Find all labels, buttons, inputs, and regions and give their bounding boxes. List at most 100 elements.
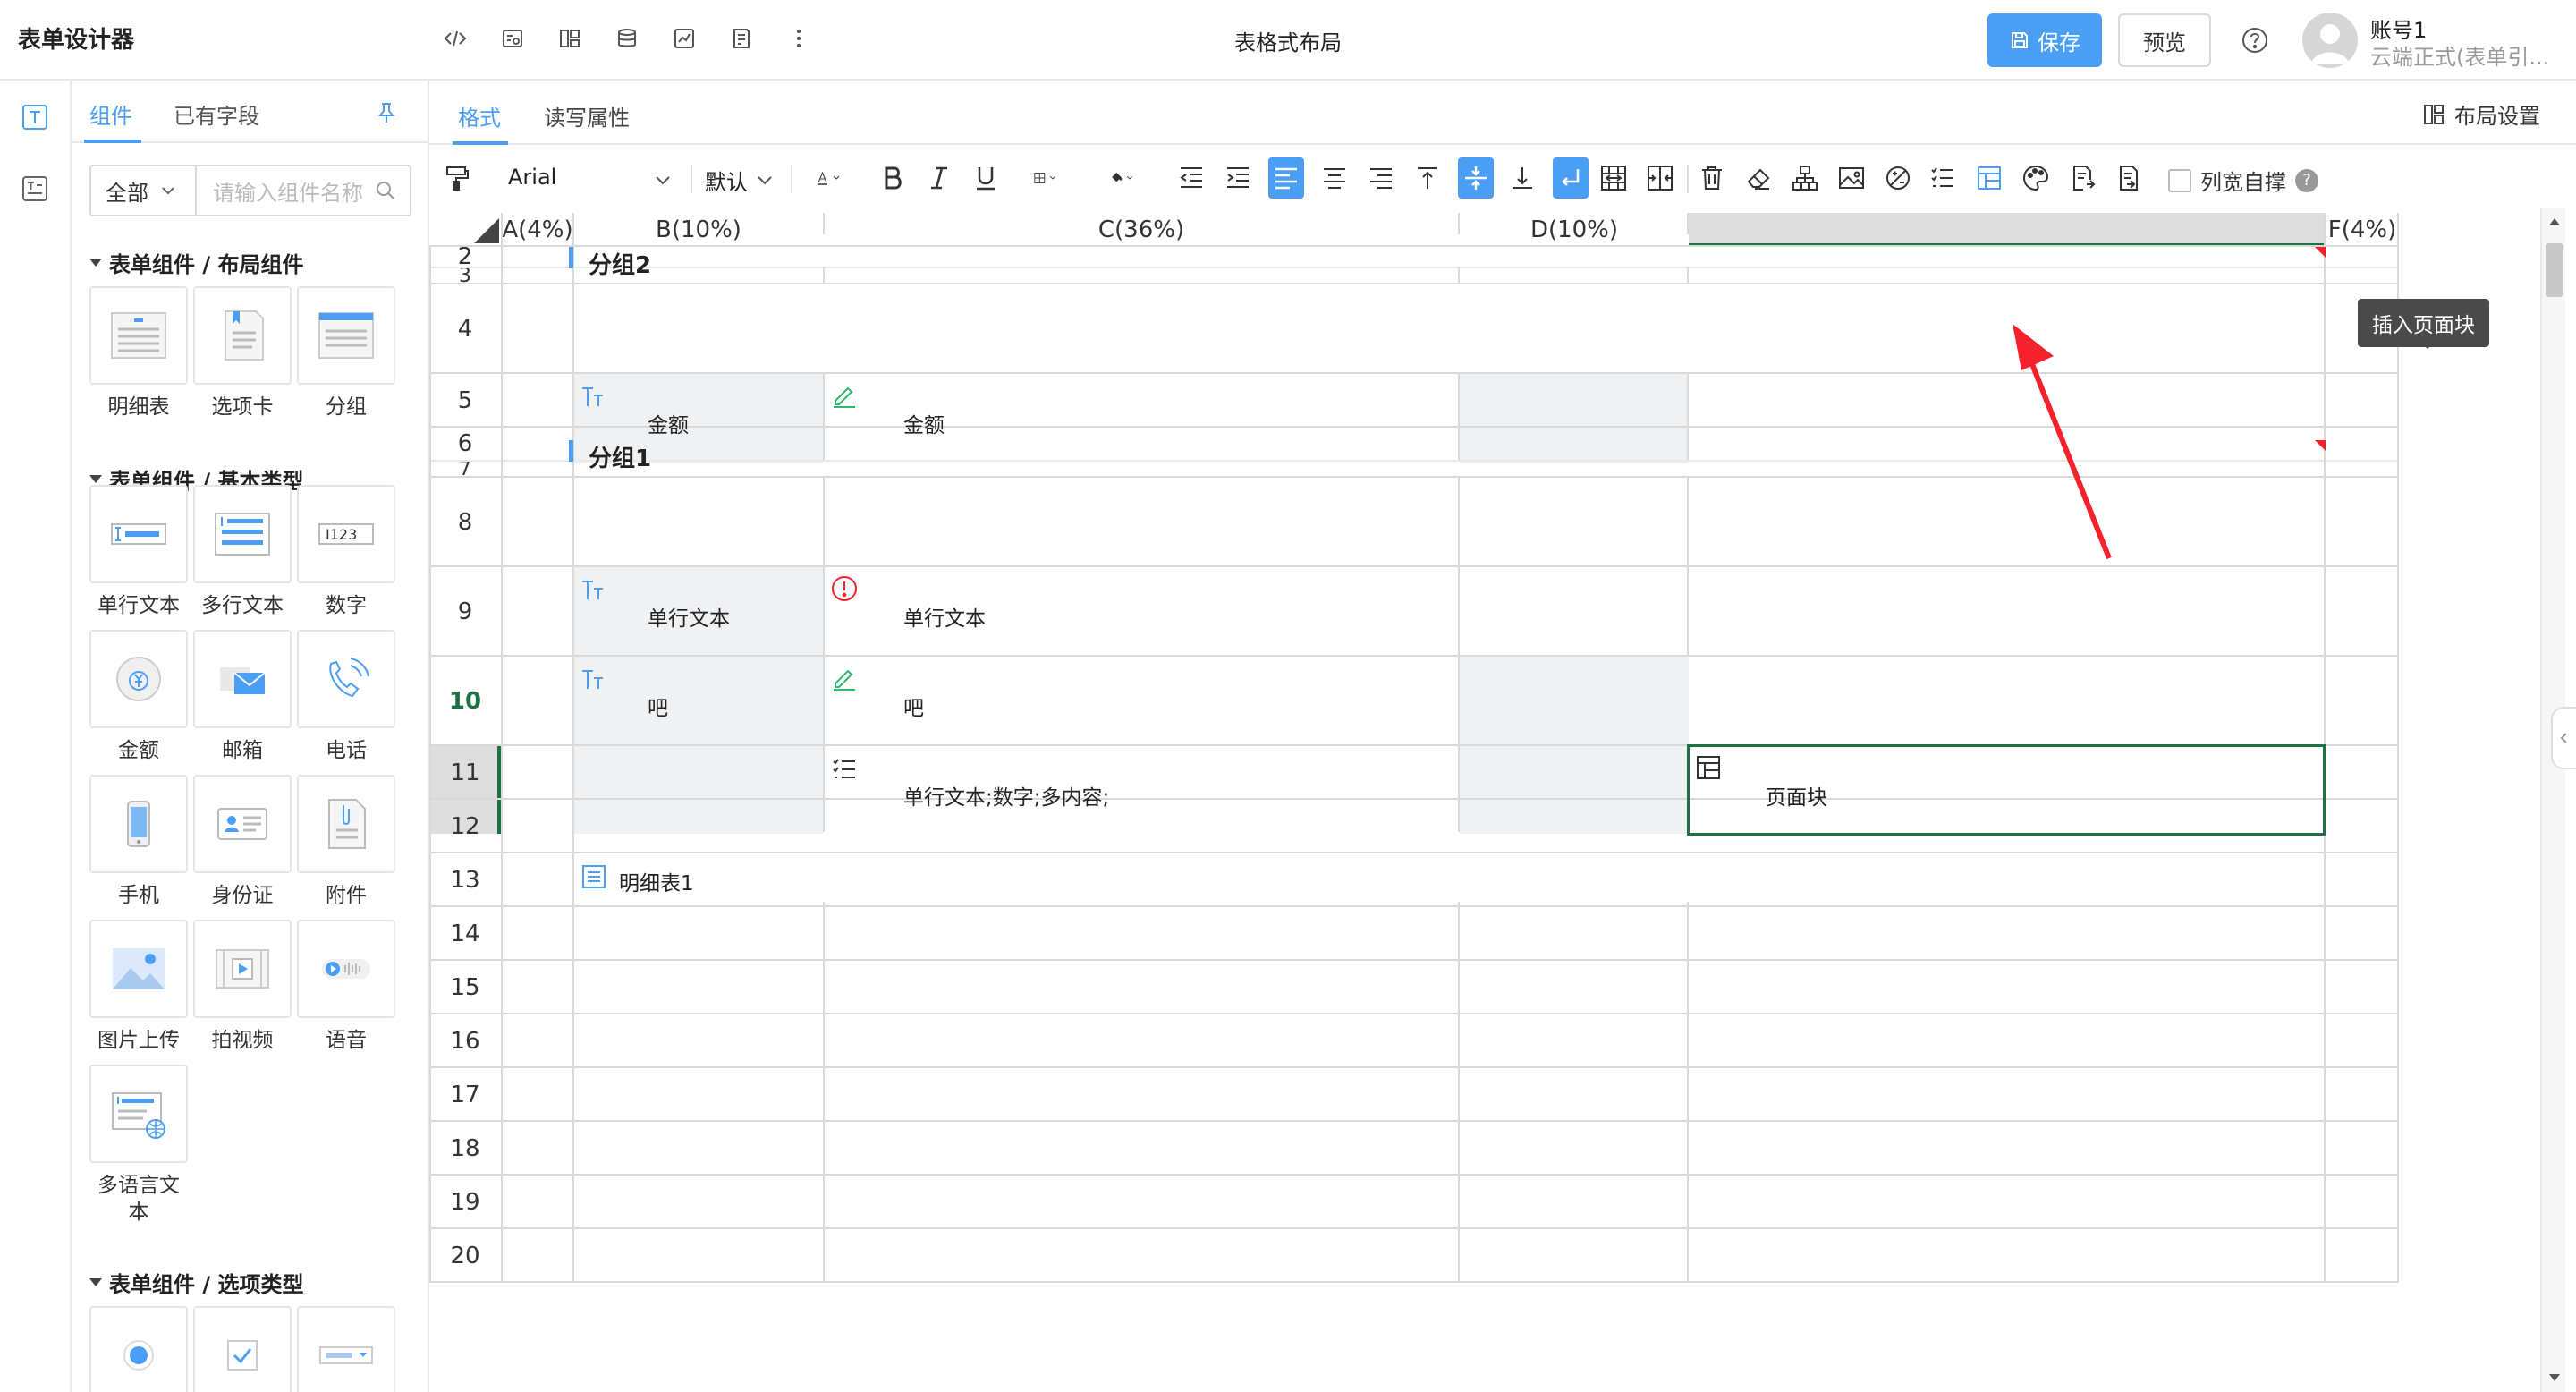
page-block-label[interactable]: 页面块	[1766, 780, 1827, 811]
palette-icon[interactable]	[2021, 157, 2050, 199]
help-icon[interactable]	[2240, 25, 2270, 55]
component-voice[interactable]: 语音	[297, 920, 395, 1054]
border-icon[interactable]	[1016, 157, 1079, 199]
row-number[interactable]: 18	[429, 1122, 501, 1176]
underline-icon[interactable]	[971, 157, 1000, 199]
chart-icon[interactable]	[669, 20, 699, 57]
row-number[interactable]: 15	[429, 961, 501, 1014]
row-number[interactable]: 19	[429, 1176, 501, 1229]
insert-page-block-icon[interactable]	[1975, 157, 2004, 199]
row-number[interactable]: 9	[429, 567, 501, 657]
preview-button[interactable]: 预览	[2118, 13, 2211, 67]
row-number[interactable]: 20	[429, 1229, 501, 1283]
align-right-icon[interactable]	[1367, 157, 1395, 199]
cell-label[interactable]: 吧	[648, 691, 668, 721]
detail-table-label[interactable]: 明细表1	[619, 866, 694, 896]
row-number[interactable]: 8	[429, 478, 501, 567]
component-mobile[interactable]: 手机	[89, 775, 188, 909]
component-amount[interactable]: 金额	[89, 630, 188, 764]
format-painter-icon[interactable]	[438, 157, 474, 199]
split-cells-icon[interactable]	[1646, 157, 1674, 199]
cell-value[interactable]: 单行文本;数字;多内容;	[903, 780, 1109, 811]
column-header-b[interactable]: B(10%)	[574, 213, 823, 247]
layout-settings-button[interactable]: 布局设置	[2422, 98, 2540, 130]
tab-existing-fields[interactable]: 已有字段	[174, 98, 259, 130]
component-video[interactable]: 拍视频	[193, 920, 292, 1054]
row-number[interactable]: 14	[429, 907, 501, 961]
column-header-a[interactable]: A(4%)	[501, 213, 574, 247]
tab-components[interactable]: 组件	[89, 98, 132, 130]
row-number[interactable]: 16	[429, 1014, 501, 1068]
valign-bottom-icon[interactable]	[1508, 157, 1537, 199]
align-center-icon[interactable]	[1320, 157, 1349, 199]
valign-middle-icon[interactable]	[1458, 157, 1494, 199]
indent-increase-icon[interactable]	[1224, 157, 1252, 199]
row-number[interactable]: 4	[429, 284, 501, 374]
scroll-up-icon[interactable]	[2546, 211, 2563, 233]
row-number[interactable]: 13	[429, 853, 501, 907]
cell-label[interactable]: 单行文本	[648, 601, 730, 632]
font-size-select[interactable]: 默认	[705, 163, 780, 195]
column-header-d[interactable]: D(10%)	[1460, 213, 1689, 247]
code-icon[interactable]	[440, 20, 470, 57]
italic-icon[interactable]	[925, 157, 953, 199]
tab-read-write[interactable]: 读写属性	[544, 100, 630, 132]
cell-label[interactable]: 金额	[648, 408, 689, 438]
tab-format[interactable]: 格式	[458, 100, 501, 132]
category-layout-header[interactable]: 表单组件 / 布局组件	[89, 247, 303, 278]
component-radio[interactable]	[89, 1306, 188, 1392]
cell-value[interactable]: 单行文本	[903, 601, 986, 632]
row-number[interactable]: 7	[429, 458, 501, 480]
select-all-corner-icon[interactable]	[472, 216, 501, 245]
row-number-selected[interactable]: 10	[429, 657, 501, 746]
group-title-2[interactable]: 分组2	[589, 247, 651, 280]
font-family-select[interactable]: Arial	[508, 163, 678, 195]
note-icon[interactable]	[726, 20, 757, 57]
component-phone[interactable]: 电话	[297, 630, 395, 764]
search-icon[interactable]	[374, 179, 397, 202]
layout-icon[interactable]	[555, 20, 585, 57]
component-dropdown[interactable]	[297, 1306, 395, 1392]
option-list-icon[interactable]	[1928, 157, 1957, 199]
row-number[interactable]: 5	[429, 374, 501, 428]
row-number[interactable]: 12	[429, 800, 501, 853]
more-icon[interactable]	[784, 20, 814, 57]
side-panel-toggle[interactable]	[2551, 707, 2576, 769]
row-number[interactable]: 11	[429, 746, 501, 800]
column-header-f[interactable]: F(4%)	[2326, 213, 2399, 247]
component-checkbox[interactable]	[193, 1306, 292, 1392]
column-auto-width-toggle[interactable]: 列宽自撑 ?	[2168, 165, 2318, 196]
pin-icon[interactable]	[374, 100, 399, 125]
row-number[interactable]: 3	[429, 265, 501, 287]
org-structure-icon[interactable]	[1791, 157, 1819, 199]
row-number[interactable]: 17	[429, 1068, 501, 1122]
valign-top-icon[interactable]	[1413, 157, 1442, 199]
delete-icon[interactable]	[1698, 157, 1726, 199]
insert-image-icon[interactable]	[1837, 157, 1866, 199]
component-number[interactable]: I123 数字	[297, 485, 395, 619]
vertical-scrollbar[interactable]	[2540, 208, 2565, 1392]
fill-color-icon[interactable]	[1093, 157, 1156, 199]
group-title-1[interactable]: 分组1	[589, 440, 651, 473]
cell-value[interactable]: 金额	[903, 408, 945, 438]
component-group[interactable]: 分组	[297, 286, 395, 420]
wrap-text-icon[interactable]	[1553, 157, 1589, 199]
database-icon[interactable]	[612, 20, 642, 57]
component-email[interactable]: 邮箱	[193, 630, 292, 764]
form-view-icon[interactable]	[497, 20, 528, 57]
import-doc-icon[interactable]	[2114, 157, 2143, 199]
component-detail-table[interactable]: 明细表	[89, 286, 188, 420]
component-single-line-text[interactable]: 单行文本	[89, 485, 188, 619]
align-left-icon[interactable]	[1268, 157, 1304, 199]
font-color-icon[interactable]	[801, 157, 859, 199]
scroll-down-icon[interactable]	[2546, 1367, 2563, 1388]
export-doc-icon[interactable]	[2068, 157, 2097, 199]
avatar[interactable]	[2302, 13, 2358, 68]
checkbox[interactable]	[2168, 168, 2191, 192]
category-options-header[interactable]: 表单组件 / 选项类型	[89, 1267, 303, 1298]
question-icon[interactable]: ?	[2295, 168, 2318, 192]
component-image-upload[interactable]: 图片上传	[89, 920, 188, 1054]
cell-value[interactable]: 吧	[903, 691, 924, 721]
component-tabs[interactable]: 选项卡	[193, 286, 292, 420]
rail-fields-button[interactable]	[16, 170, 54, 208]
